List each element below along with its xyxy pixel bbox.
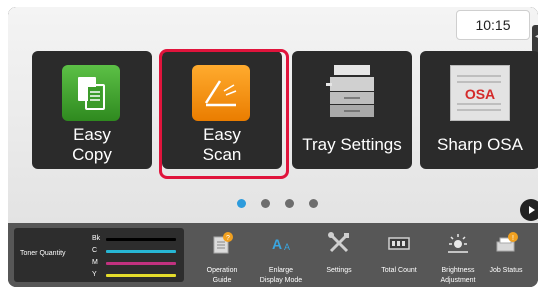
device-panel: 10:15 ◂ Easy Copy Easy Scan Tray Setting… (8, 7, 538, 287)
operation-guide-button[interactable]: ? Operation Guide (192, 223, 252, 287)
side-panel-tab[interactable]: ◂ (532, 25, 538, 53)
enlarge-display-button[interactable]: A A Enlarge Display Mode (251, 223, 311, 287)
printer-tray-icon (322, 61, 382, 125)
home-screen: 10:15 ◂ Easy Copy Easy Scan Tray Setting… (8, 7, 538, 223)
bottom-label: Guide (212, 277, 232, 284)
operation-guide-icon: ? (213, 232, 233, 254)
toner-bar (106, 262, 176, 265)
job-status-icon: ! (496, 232, 518, 252)
bottom-label: Total Count (381, 267, 417, 274)
enlarge-display-icon: A A (272, 236, 290, 252)
toner-bar (106, 238, 176, 241)
toner-title: Toner Quantity (20, 250, 66, 257)
tile-sharp-osa[interactable]: OSA Sharp OSA (420, 51, 538, 169)
tile-easy-copy[interactable]: Easy Copy (32, 51, 152, 169)
brightness-icon (448, 234, 468, 253)
toner-bar (106, 274, 176, 277)
play-icon (529, 206, 535, 214)
selection-highlight (159, 49, 289, 179)
bottom-label: Display Mode (259, 277, 303, 284)
chevron-left-icon: ◂ (535, 31, 538, 42)
sharp-osa-icon: OSA (450, 65, 510, 121)
osa-logo-text: OSA (465, 86, 495, 102)
bottom-label: Settings (326, 267, 352, 274)
svg-text:A: A (272, 236, 282, 252)
job-status-button[interactable]: ! Job Status (476, 223, 536, 287)
toner-label: Bk (92, 235, 101, 242)
tile-label-line2: Copy (72, 145, 112, 164)
bottom-label: Enlarge (268, 267, 294, 274)
clock: 10:15 (456, 10, 530, 40)
total-count-icon (388, 237, 410, 250)
toner-label: C (92, 247, 98, 254)
total-count-button[interactable]: Total Count (369, 223, 429, 287)
page-dot[interactable] (261, 199, 270, 208)
page-dot[interactable] (309, 199, 318, 208)
tile-label: Tray Settings (302, 135, 402, 154)
page-dot[interactable] (237, 199, 246, 208)
bottom-bar: Toner Quantity Bk C M Y ? Operation Guid… (8, 223, 538, 287)
toner-quantity-panel: Toner Quantity Bk C M Y (14, 228, 184, 282)
toner-label: Y (92, 271, 97, 278)
toner-bar (106, 250, 176, 253)
settings-button[interactable]: Settings (309, 223, 369, 287)
bottom-label: Job Status (489, 267, 523, 274)
page-dot[interactable] (285, 199, 294, 208)
svg-text:!: ! (512, 235, 514, 242)
svg-text:?: ? (226, 235, 230, 242)
settings-icon (328, 232, 349, 253)
easy-copy-icon (62, 65, 120, 121)
tile-label-line1: Easy (73, 125, 111, 144)
svg-text:A: A (284, 242, 290, 252)
bottom-label: Operation (206, 267, 238, 274)
tile-label: Sharp OSA (437, 135, 523, 154)
next-page-button[interactable] (520, 199, 538, 221)
tile-tray-settings[interactable]: Tray Settings (292, 51, 412, 169)
toner-label: M (92, 259, 98, 266)
